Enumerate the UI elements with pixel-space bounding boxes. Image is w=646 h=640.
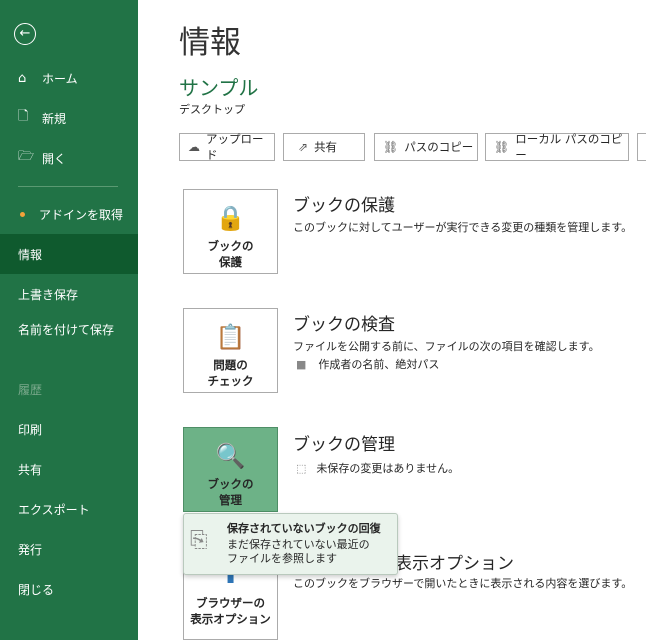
upload-button[interactable]: ☁ アップロード <box>179 132 275 162</box>
info-panel: 情報 サンプル デスクトップ ☁ アップロード ⇗ 共有 ⛓ パスのコピー ⛓ ローカル… <box>138 0 646 640</box>
backstage-sidebar: ← ⌂ ホーム 🗋 新規 🗁 開く アドインを取得 情報 上書き保存 名前を付けて保存… <box>0 0 138 640</box>
recover-document-icon: ⎘ <box>190 528 208 553</box>
open-folder-icon: 🗁 <box>18 149 35 164</box>
label: ホーム <box>42 71 78 86</box>
label: 問題の チェック <box>207 358 254 388</box>
sidebar-item-print[interactable]: 印刷 <box>0 409 138 449</box>
sidebar-item-home[interactable]: ⌂ ホーム <box>0 58 138 98</box>
label: 印刷 <box>18 422 43 437</box>
back-arrow-icon[interactable]: ← <box>14 23 36 45</box>
sidebar-item-save[interactable]: 上書き保存 <box>0 274 138 314</box>
checklist-icon: 📋 <box>215 323 246 351</box>
manage-workbook-button[interactable]: 🔍 ブックの 管理 <box>183 427 278 512</box>
sidebar-item-info[interactable]: 情報 <box>0 234 138 274</box>
menu-item-title: 保存されていないブックの回復 <box>227 522 381 535</box>
new-file-icon: 🗋 <box>18 109 29 124</box>
copy-local-path-button[interactable]: ⛓ ローカル パスのコピー <box>485 132 629 162</box>
inspect-bullet: ■ 作成者の名前、絶対パス <box>296 358 440 371</box>
file-location: デスクトップ <box>179 103 245 116</box>
notification-dot-icon <box>20 211 25 217</box>
file-name: サンプル <box>179 76 259 100</box>
menu-item-description: まだ保存されていない最近の ファイルを参照します <box>227 538 370 565</box>
sidebar-item-new[interactable]: 🗋 新規 <box>0 98 138 138</box>
label: ブックの 保護 <box>207 239 254 269</box>
cloud-upload-icon: ☁ <box>188 140 200 154</box>
section-heading: ブックの検査 <box>293 315 395 335</box>
section-heading: ブックの管理 <box>293 435 395 455</box>
section-heading: ブックの保護 <box>293 196 395 216</box>
link-icon: ⛓ <box>383 140 399 154</box>
sidebar-item-get-addins[interactable]: アドインを取得 <box>0 194 138 234</box>
label: 共有 <box>314 140 338 154</box>
label: 発行 <box>18 542 43 557</box>
section-description: ファイルを公開する前に、ファイルの次の項目を確認します。 <box>293 340 600 353</box>
label: アドインを取得 <box>39 207 124 222</box>
document-icon: ⬚ <box>296 462 307 475</box>
label: ブックの 管理 <box>207 477 254 507</box>
share-icon: ⇗ <box>298 140 309 154</box>
sidebar-item-save-as[interactable]: 名前を付けて保存 <box>0 322 138 366</box>
sidebar-item-history: 履歴 <box>0 369 138 409</box>
label: ブラウザーの 表示オプション <box>190 596 271 626</box>
label: 上書き保存 <box>18 287 79 302</box>
label: 履歴 <box>18 382 43 397</box>
protect-workbook-button[interactable]: 🔒 ブックの 保護 <box>183 189 278 274</box>
copy-path-button[interactable]: ⛓ パスのコピー <box>374 133 478 161</box>
label: ローカル パスのコピー <box>515 132 623 162</box>
share-button[interactable]: ⇗ 共有 <box>283 133 365 161</box>
sidebar-item-export[interactable]: エクスポート <box>0 489 138 529</box>
sidebar-item-open[interactable]: 🗁 開く <box>0 138 138 178</box>
lock-icon: 🔒 <box>215 204 246 232</box>
page-title: 情報 <box>179 25 241 61</box>
check-issues-button[interactable]: 📋 問題の チェック <box>183 308 278 393</box>
section-description: このブックに対してユーザーが実行できる変更の種類を管理します。 <box>293 221 633 234</box>
label: アップロード <box>206 132 264 162</box>
label: エクスポート <box>18 502 90 517</box>
label: 名前を付けて保存 <box>18 323 115 337</box>
sidebar-item-share[interactable]: 共有 <box>0 449 138 489</box>
label: 作成者の名前、絶対パス <box>318 358 440 371</box>
label: 閉じる <box>18 582 55 597</box>
sidebar-item-close[interactable]: 閉じる <box>0 569 138 609</box>
section-description: このブックをブラウザーで開いたときに表示される内容を選びます。 <box>293 577 633 590</box>
label: 未保存の変更はありません。 <box>316 462 460 475</box>
more-toolbar-button[interactable] <box>637 133 646 161</box>
label: 情報 <box>18 247 43 262</box>
unsaved-status: ⬚ 未保存の変更はありません。 <box>296 460 459 476</box>
link-icon: ⛓ <box>494 140 510 154</box>
divider <box>18 186 118 187</box>
label: 新規 <box>42 111 67 126</box>
label: パスのコピー <box>404 140 474 154</box>
label: 共有 <box>18 462 43 477</box>
manage-documents-icon: 🔍 <box>215 442 246 470</box>
sidebar-item-publish[interactable]: 発行 <box>0 529 138 569</box>
label: 開く <box>42 151 67 166</box>
home-icon: ⌂ <box>18 70 27 86</box>
recover-unsaved-workbooks-menu-item[interactable]: ⎘ 保存されていないブックの回復 まだ保存されていない最近の ファイルを参照しま… <box>183 513 398 575</box>
